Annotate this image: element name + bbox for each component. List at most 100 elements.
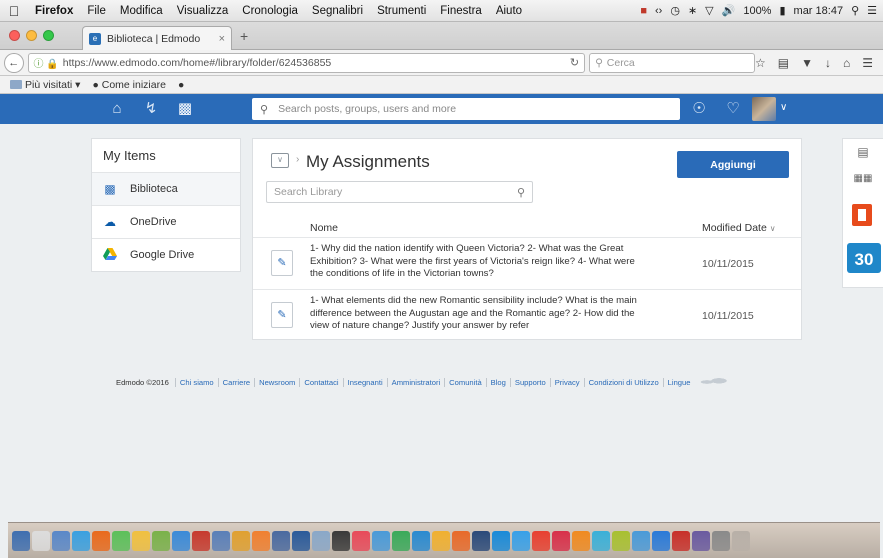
dock-app-icon[interactable] xyxy=(592,530,610,551)
library-icon[interactable]: ▩ xyxy=(174,100,196,118)
dock-app-icon[interactable] xyxy=(652,530,670,551)
volume-icon[interactable]: 🔊 xyxy=(722,4,736,17)
search-icon[interactable]: ⚲ xyxy=(517,186,525,199)
reload-icon[interactable]: ↻ xyxy=(570,56,579,69)
dock-app-icon[interactable] xyxy=(152,530,170,551)
footer-link-privacy[interactable]: Privacy xyxy=(549,377,584,387)
bookmark-getting-started[interactable]: ● Come iniziare xyxy=(92,79,165,91)
backpack-icon[interactable]: ☉ xyxy=(688,100,710,118)
menu-visualizza[interactable]: Visualizza xyxy=(170,5,236,17)
edmodo-search-input[interactable]: ⚲ Search posts, groups, users and more xyxy=(252,98,680,120)
dock-app-icon[interactable] xyxy=(452,530,470,551)
column-header-name[interactable]: Nome xyxy=(310,222,338,234)
dock-app-icon[interactable] xyxy=(632,530,650,551)
download-icon[interactable]: ↓ xyxy=(825,56,831,70)
avatar[interactable] xyxy=(752,97,776,121)
dock-app-icon[interactable] xyxy=(12,530,30,551)
dock-app-icon[interactable] xyxy=(692,530,710,551)
footer-link-blog[interactable]: Blog xyxy=(485,377,510,387)
footer-link-condizioni[interactable]: Condizioni di Utilizzo xyxy=(583,377,663,387)
dock-app-icon[interactable] xyxy=(232,530,250,551)
calendar-icon[interactable]: 30 xyxy=(847,243,881,273)
table-row[interactable]: ✎ 1- What elements did the new Romantic … xyxy=(253,289,801,341)
apple-icon[interactable]:  xyxy=(0,3,28,19)
footer-link-comunita[interactable]: Comunità xyxy=(444,377,486,387)
url-text[interactable]: https://www.edmodo.com/home#/library/fol… xyxy=(63,57,331,69)
chevron-down-icon[interactable]: ∨ xyxy=(780,102,787,113)
new-tab-icon[interactable]: + xyxy=(240,28,248,44)
dock-app-icon[interactable] xyxy=(512,530,530,551)
folder-dropdown-icon[interactable]: ∨ xyxy=(271,153,289,168)
library-search-input[interactable]: Search Library ⚲ xyxy=(266,181,533,203)
column-header-date[interactable]: Modified Date ∨ xyxy=(702,222,776,234)
menu-segnalibri[interactable]: Segnalibri xyxy=(305,5,370,17)
bookmark-most-visited[interactable]: Più visitati ▾ xyxy=(10,79,80,91)
menu-file[interactable]: File xyxy=(80,5,113,17)
tab-close-icon[interactable]: × xyxy=(219,33,225,45)
dock-app-icon[interactable] xyxy=(272,530,290,551)
footer-link-contattaci[interactable]: Contattaci xyxy=(299,377,342,387)
clock[interactable]: mar 18:47 xyxy=(794,5,844,17)
menu-hamburger-icon[interactable]: ☰ xyxy=(862,56,873,70)
dock-app-icon[interactable] xyxy=(52,530,70,551)
dock-app-icon[interactable] xyxy=(612,530,630,551)
notification-center-icon[interactable]: ☰ xyxy=(867,4,877,17)
home-browser-icon[interactable]: ⌂ xyxy=(843,56,850,70)
apps-grid-icon[interactable]: ▦▦ xyxy=(843,173,883,184)
office-icon[interactable] xyxy=(852,204,872,226)
pocket-icon[interactable]: ▼ xyxy=(801,56,813,70)
tray-flag-icon[interactable]: ■ xyxy=(640,5,647,17)
sidebar-item-biblioteca[interactable]: ▩ Biblioteca xyxy=(92,172,240,205)
tab-biblioteca[interactable]: e Biblioteca | Edmodo × xyxy=(82,26,232,50)
dock-app-icon[interactable] xyxy=(172,530,190,551)
add-button[interactable]: Aggiungi xyxy=(677,151,789,178)
footer-link-amministratori[interactable]: Amministratori xyxy=(386,377,445,387)
minimize-window-button[interactable] xyxy=(26,30,37,41)
sidebar-item-google-drive[interactable]: Google Drive xyxy=(92,238,240,271)
close-window-button[interactable] xyxy=(9,30,20,41)
menu-modifica[interactable]: Modifica xyxy=(113,5,170,17)
sidebar-item-onedrive[interactable]: ☁ OneDrive xyxy=(92,205,240,238)
dock-app-icon[interactable] xyxy=(192,530,210,551)
globe-icon[interactable] xyxy=(698,376,729,388)
dock-app-icon[interactable] xyxy=(92,530,110,551)
assignment-text[interactable]: 1- Why did the nation identify with Quee… xyxy=(310,243,645,281)
footer-link-insegnanti[interactable]: Insegnanti xyxy=(342,377,387,387)
dock-app-icon[interactable] xyxy=(352,530,370,551)
dock-app-icon[interactable] xyxy=(672,530,690,551)
footer-link-carriere[interactable]: Carriere xyxy=(217,377,254,387)
footer-link-chi-siamo[interactable]: Chi siamo xyxy=(174,377,218,387)
zoom-window-button[interactable] xyxy=(43,30,54,41)
bookmark-star-icon[interactable]: ☆ xyxy=(755,56,766,70)
bookmark-extra-icon[interactable]: ● xyxy=(178,79,184,91)
bluetooth-icon[interactable]: ∗ xyxy=(688,4,697,17)
dock-app-icon[interactable] xyxy=(412,530,430,551)
back-arrow-icon[interactable]: ← xyxy=(4,52,24,73)
dock-app-icon[interactable] xyxy=(552,530,570,551)
dock-app-icon[interactable] xyxy=(312,530,330,551)
dock-app-icon[interactable] xyxy=(492,530,510,551)
footer-link-newsroom[interactable]: Newsroom xyxy=(254,377,299,387)
browser-search-input[interactable]: ⚲ Cerca xyxy=(589,52,755,73)
footer-link-lingue[interactable]: Lingue xyxy=(662,377,695,387)
wifi-icon[interactable]: ▽ xyxy=(705,4,713,17)
table-row[interactable]: ✎ 1- Why did the nation identify with Qu… xyxy=(253,237,801,289)
dock-app-icon[interactable] xyxy=(292,530,310,551)
home-icon[interactable]: ⌂ xyxy=(106,100,128,118)
dock-app-icon[interactable] xyxy=(712,530,730,551)
time-machine-icon[interactable]: ◷ xyxy=(670,4,680,17)
reading-list-icon[interactable]: ▤ xyxy=(778,56,789,70)
dock-app-icon[interactable] xyxy=(212,530,230,551)
battery-icon[interactable]: ▮ xyxy=(779,4,785,17)
pulse-icon[interactable]: ↯ xyxy=(140,100,162,118)
menu-cronologia[interactable]: Cronologia xyxy=(235,5,305,17)
dock-app-icon[interactable] xyxy=(132,530,150,551)
menu-app-name[interactable]: Firefox xyxy=(28,5,80,17)
lock-icon[interactable]: ⓘ 🔒 xyxy=(34,55,59,70)
tray-arrows-icon[interactable]: ‹› xyxy=(655,5,662,17)
menu-strumenti[interactable]: Strumenti xyxy=(370,5,433,17)
dock-app-icon[interactable] xyxy=(32,530,50,551)
bell-icon[interactable]: ♡ xyxy=(722,100,744,118)
assignment-text[interactable]: 1- What elements did the new Romantic se… xyxy=(310,295,645,333)
dock-app-icon[interactable] xyxy=(572,530,590,551)
